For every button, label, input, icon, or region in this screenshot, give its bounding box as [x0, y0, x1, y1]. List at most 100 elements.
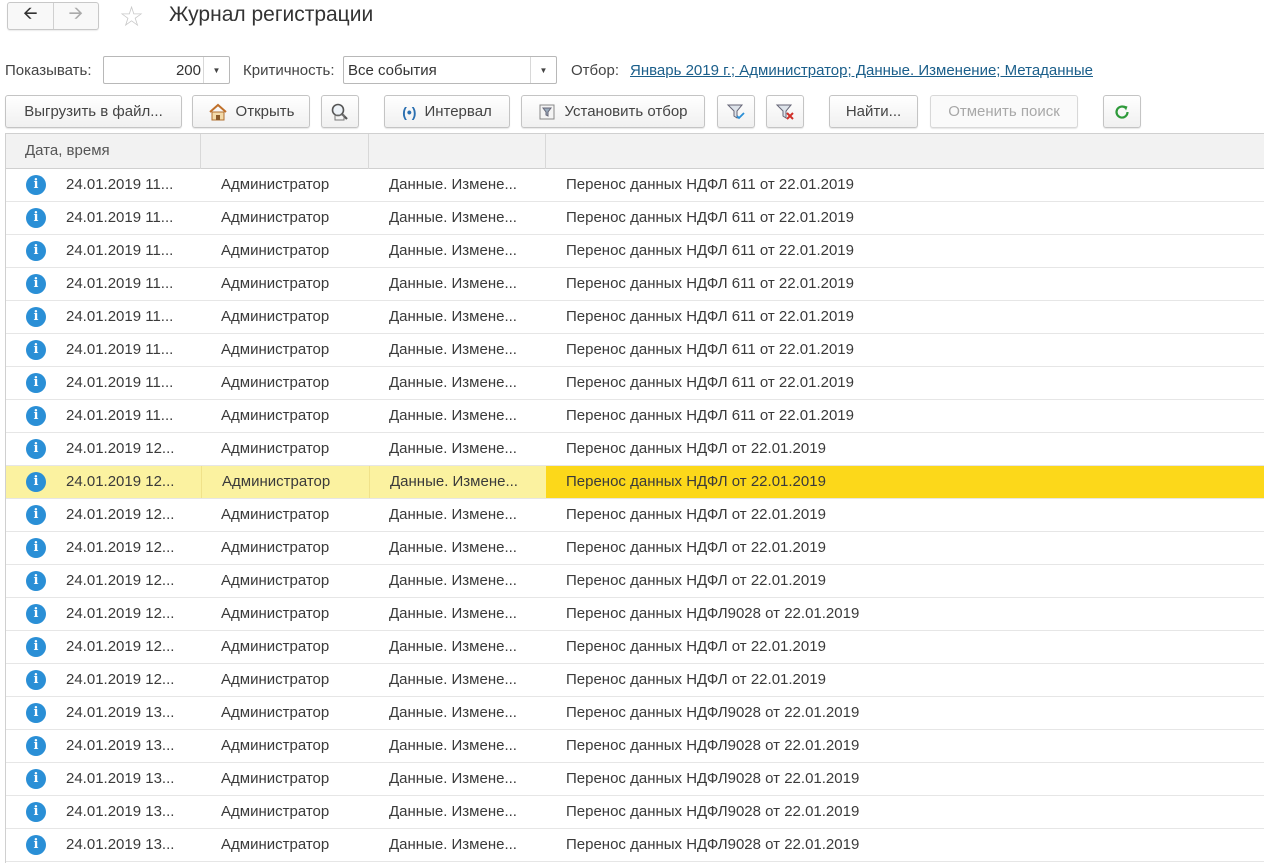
event-cell: Данные. Измене... — [389, 242, 517, 259]
row-icon-cell: i — [6, 664, 66, 696]
table-row[interactable]: i 24.01.2019 12... Администратор Данные. Из… — [6, 598, 1264, 631]
column-header-event[interactable] — [369, 134, 546, 169]
user-cell: Администратор — [221, 308, 330, 325]
info-icon: i — [26, 505, 46, 525]
info-icon: i — [26, 472, 46, 492]
export-button[interactable]: Выгрузить в файл... — [5, 95, 182, 128]
user-cell: Администратор — [221, 572, 330, 589]
open-button[interactable]: Открыть — [192, 95, 310, 128]
table-row[interactable]: i 24.01.2019 13... Администратор Данные. Из… — [6, 730, 1264, 763]
favorite-star-icon[interactable]: ☆ — [119, 2, 144, 32]
show-count-value: 200 — [175, 62, 201, 79]
user-cell: Администратор — [221, 374, 330, 391]
row-icon-cell: i — [6, 367, 66, 399]
table-row[interactable]: i 24.01.2019 11... Администратор Данные. Из… — [6, 202, 1264, 235]
table-row[interactable]: i 24.01.2019 11... Администратор Данные. Из… — [6, 169, 1264, 202]
title-bar: 🡨 🡪 ☆ Журнал регистрации — [0, 0, 1264, 42]
clear-filter-button[interactable] — [766, 95, 804, 128]
column-header-comment[interactable] — [546, 134, 1264, 169]
table-row[interactable]: i 24.01.2019 12... Администратор Данные. Из… — [6, 532, 1264, 565]
comment-cell: Перенос данных НДФЛ от 22.01.2019 — [546, 466, 1264, 498]
date-cell: 24.01.2019 11... — [66, 341, 174, 358]
date-cell: 24.01.2019 11... — [66, 242, 174, 259]
refresh-button[interactable] — [1103, 95, 1141, 128]
table-row[interactable]: i 24.01.2019 11... Администратор Данные. Из… — [6, 268, 1264, 301]
row-icon-cell: i — [6, 730, 66, 762]
table-row[interactable]: i 24.01.2019 12... Администратор Данные. Из… — [6, 499, 1264, 532]
chevron-down-icon[interactable]: ▼ — [203, 57, 229, 83]
user-cell: Администратор — [221, 737, 330, 754]
user-cell: Администратор — [221, 803, 330, 820]
table-row[interactable]: i 24.01.2019 11... Администратор Данные. Из… — [6, 235, 1264, 268]
magnifier-icon — [330, 102, 350, 122]
table-row[interactable]: i 24.01.2019 12... Администратор Данные. Из… — [6, 565, 1264, 598]
selection-link[interactable]: Январь 2019 г.; Администратор; Данные. И… — [630, 62, 1093, 79]
date-cell: 24.01.2019 13... — [66, 836, 175, 853]
event-log-table[interactable]: Дата, время i 24.01.2019 11... Администрат… — [5, 133, 1264, 863]
date-cell: 24.01.2019 11... — [66, 308, 174, 325]
date-cell: 24.01.2019 12... — [66, 440, 175, 457]
table-row[interactable]: i 24.01.2019 12... Администратор Данные. Из… — [6, 466, 1264, 499]
comment-cell: Перенос данных НДФЛ от 22.01.2019 — [566, 440, 826, 457]
comment-cell: Перенос данных НДФЛ от 22.01.2019 — [566, 572, 826, 589]
open-button-label: Открыть — [235, 103, 295, 120]
interval-button[interactable]: (•) Интервал — [384, 95, 510, 128]
comment-cell: Перенос данных НДФЛ9028 от 22.01.2019 — [566, 737, 860, 754]
user-cell: Администратор — [221, 176, 330, 193]
table-row[interactable]: i 24.01.2019 11... Администратор Данные. Из… — [6, 334, 1264, 367]
table-row[interactable]: i 24.01.2019 12... Администратор Данные. Из… — [6, 433, 1264, 466]
comment-cell: Перенос данных НДФЛ 611 от 22.01.2019 — [566, 209, 854, 226]
date-cell: 24.01.2019 11... — [66, 407, 174, 424]
table-row[interactable]: i 24.01.2019 11... Администратор Данные. Из… — [6, 400, 1264, 433]
open-icon — [208, 103, 228, 121]
show-count-field[interactable]: 200 ▼ — [103, 56, 230, 84]
user-cell: Администратор — [201, 466, 369, 498]
forward-button[interactable]: 🡪 — [54, 3, 99, 29]
date-cell: 24.01.2019 13... — [66, 770, 175, 787]
comment-cell: Перенос данных НДФЛ 611 от 22.01.2019 — [566, 176, 854, 193]
table-row[interactable]: i 24.01.2019 11... Администратор Данные. Из… — [6, 367, 1264, 400]
user-cell: Администратор — [221, 770, 330, 787]
criticality-select[interactable]: Все события ▼ — [343, 56, 557, 84]
info-icon: i — [26, 802, 46, 822]
find-button[interactable]: Найти... — [829, 95, 918, 128]
set-filter-button[interactable]: Установить отбор — [521, 95, 705, 128]
user-cell: Администратор — [221, 704, 330, 721]
row-icon-cell: i — [6, 631, 66, 663]
column-header-date[interactable]: Дата, время — [6, 134, 201, 169]
search-button[interactable] — [321, 95, 359, 128]
row-icon-cell: i — [6, 499, 66, 531]
row-icon-cell: i — [6, 400, 66, 432]
table-row[interactable]: i 24.01.2019 13... Администратор Данные. Из… — [6, 796, 1264, 829]
info-icon: i — [26, 604, 46, 624]
row-icon-cell: i — [6, 202, 66, 234]
info-icon: i — [26, 373, 46, 393]
table-header: Дата, время — [6, 134, 1264, 169]
table-row[interactable]: i 24.01.2019 13... Администратор Данные. Из… — [6, 697, 1264, 730]
date-cell: 24.01.2019 12... — [66, 506, 175, 523]
event-cell: Данные. Измене... — [389, 539, 517, 556]
table-row[interactable]: i 24.01.2019 13... Администратор Данные. Из… — [6, 763, 1264, 796]
filter-by-value-button[interactable] — [717, 95, 755, 128]
user-cell: Администратор — [221, 605, 330, 622]
row-icon-cell: i — [6, 334, 66, 366]
chevron-down-icon[interactable]: ▼ — [530, 57, 556, 83]
filter-bar: Показывать: 200 ▼ Критичность: Все событ… — [0, 56, 1264, 84]
page-title: Журнал регистрации — [169, 3, 374, 26]
back-button[interactable]: 🡨 — [8, 3, 54, 29]
table-row[interactable]: i 24.01.2019 11... Администратор Данные. Из… — [6, 301, 1264, 334]
info-icon: i — [26, 340, 46, 360]
cancel-search-button[interactable]: Отменить поиск — [930, 95, 1078, 128]
date-cell: 24.01.2019 11... — [66, 374, 174, 391]
table-row[interactable]: i 24.01.2019 13... Администратор Данные. Из… — [6, 829, 1264, 862]
user-cell: Администратор — [221, 341, 330, 358]
table-row[interactable]: i 24.01.2019 12... Администратор Данные. Из… — [6, 664, 1264, 697]
info-icon: i — [26, 241, 46, 261]
table-row[interactable]: i 24.01.2019 12... Администратор Данные. Из… — [6, 631, 1264, 664]
navigation-buttons: 🡨 🡪 — [7, 2, 99, 30]
comment-cell: Перенос данных НДФЛ 611 от 22.01.2019 — [566, 407, 854, 424]
comment-cell: Перенос данных НДФЛ9028 от 22.01.2019 — [566, 803, 860, 820]
comment-cell: Перенос данных НДФЛ9028 от 22.01.2019 — [566, 704, 860, 721]
comment-cell: Перенос данных НДФЛ от 22.01.2019 — [566, 506, 826, 523]
column-header-user[interactable] — [201, 134, 369, 169]
